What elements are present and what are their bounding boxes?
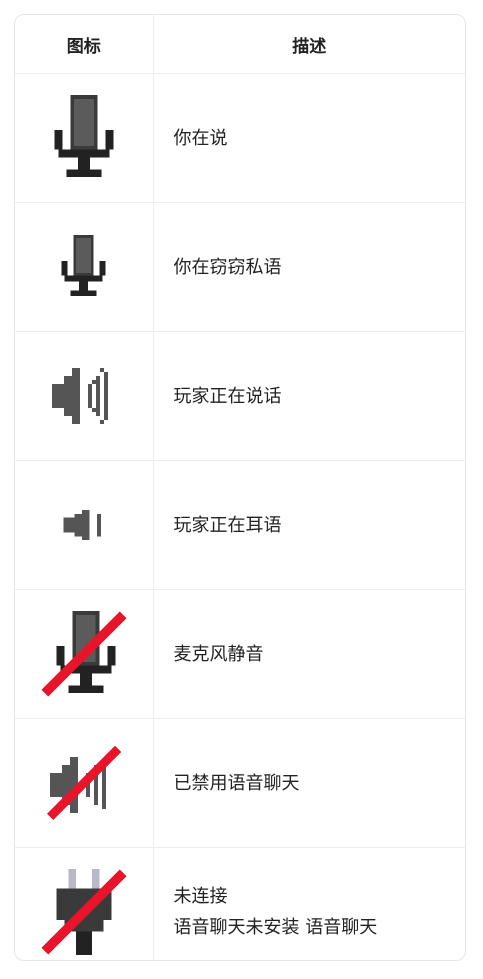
- table-row: 玩家正在耳语: [15, 460, 465, 590]
- row-description: 玩家正在说话: [153, 331, 465, 461]
- speaker-disabled-icon: [46, 745, 121, 821]
- table-row: 已禁用语音聊天: [15, 718, 465, 848]
- plug-disconnected-icon: [41, 869, 127, 955]
- row-description: 麦克风静音: [153, 589, 465, 719]
- microphone-muted-icon: [41, 611, 127, 697]
- table-row: 麦克风静音: [15, 589, 465, 719]
- table-row: 你在窃窃私语: [15, 202, 465, 332]
- icon-table-card: 图标 描述 你在说 你在窃窃私语 玩家正在说话 玩家正在耳语 麦克风静音 已禁用…: [14, 14, 466, 961]
- column-header-description: 描述: [153, 15, 465, 74]
- row-description: 已禁用语音聊天: [153, 718, 465, 848]
- row-description: 你在说: [153, 73, 465, 203]
- row-description-secondary: 语音聊天未安装 语音聊天: [173, 917, 378, 938]
- microphone-icon: [54, 95, 114, 178]
- speaker-loud-icon: [51, 368, 108, 424]
- row-description: 你在窃窃私语: [153, 202, 465, 332]
- table-row: 你在说: [15, 73, 465, 203]
- row-description: 玩家正在耳语: [153, 460, 465, 590]
- small-microphone-icon: [61, 235, 106, 297]
- table-row: 玩家正在说话: [15, 331, 465, 461]
- speaker-quiet-icon: [63, 510, 101, 540]
- table-row: 未连接 语音聊天未安装 语音聊天: [15, 847, 465, 960]
- table-header-row: 图标 描述: [15, 15, 465, 74]
- column-header-icon: 图标: [15, 15, 154, 74]
- icon-table: 图标 描述 你在说 你在窃窃私语 玩家正在说话 玩家正在耳语 麦克风静音 已禁用…: [15, 15, 465, 960]
- row-description: 未连接: [173, 886, 228, 907]
